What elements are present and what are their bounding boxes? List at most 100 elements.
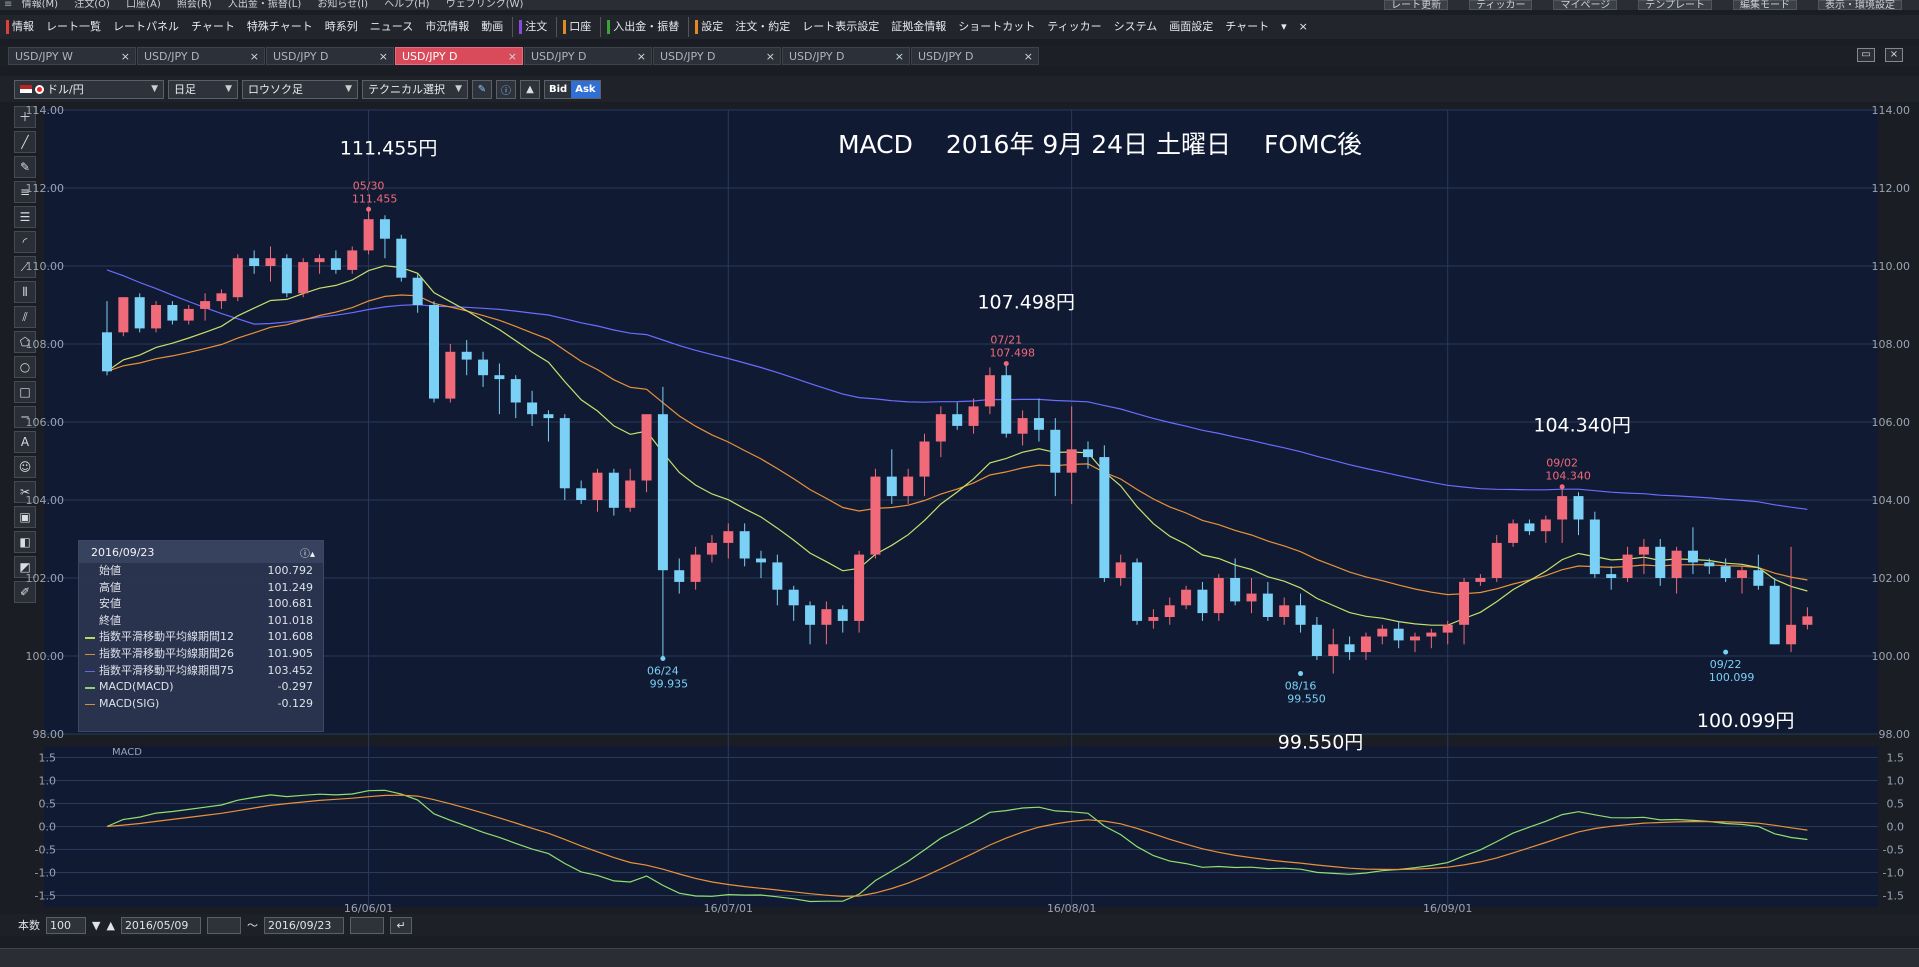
info-controls-icon[interactable]: ⓘ▴ — [300, 545, 315, 560]
extreme-date: 08/16 — [1285, 680, 1317, 693]
from-time-input[interactable] — [206, 916, 241, 934]
count-input[interactable]: 100 — [46, 916, 86, 934]
extreme-marker — [1559, 484, 1565, 490]
candle-body — [1246, 593, 1257, 602]
candle-body — [543, 414, 554, 419]
price-callout: 107.498円 — [977, 292, 1075, 314]
candle-body — [854, 554, 865, 621]
candle-body — [1099, 457, 1110, 578]
macd-y-tick-label-right: -1.5 — [1883, 890, 1904, 903]
candle-body — [1720, 566, 1731, 578]
macd-y-tick-label: 1.0 — [39, 775, 57, 788]
candle-body — [1360, 636, 1371, 653]
y-tick-label: 110.00 — [26, 260, 65, 273]
macd-y-tick-label: 0.5 — [39, 798, 57, 811]
candle-body — [298, 262, 309, 294]
extreme-marker — [1723, 649, 1729, 655]
candle-body — [1213, 578, 1224, 614]
candle-body — [134, 297, 145, 329]
candle-body — [1295, 605, 1306, 625]
info-label: 終値 — [99, 613, 121, 627]
macd-y-tick-label: -1.0 — [35, 867, 56, 880]
candle-body — [527, 402, 538, 415]
extreme-value: 100.099 — [1709, 671, 1755, 684]
x-tick-label: 16/07/01 — [704, 902, 753, 914]
candle-body — [690, 554, 701, 582]
x-tick-label: 16/09/01 — [1423, 902, 1472, 914]
info-value: 101.905 — [267, 646, 314, 660]
count-label: 本数 — [18, 919, 40, 932]
candle-body — [788, 589, 799, 606]
candle-body — [1230, 578, 1241, 602]
info-row: MACD(SIG) -0.129 — [79, 696, 323, 713]
info-value: 100.792 — [267, 564, 314, 577]
macd-y-tick-label-right: 0.5 — [1887, 798, 1905, 811]
series-swatch — [85, 670, 95, 673]
stepper-down-icon[interactable]: ▼ — [92, 919, 100, 932]
price-chart[interactable]: 114.00 114.00 112.00 112.00 110.00 110.00 108.… — [0, 0, 1919, 914]
candle-body — [429, 305, 439, 399]
info-row: 終値 101.018 — [79, 613, 323, 630]
price-callout: 104.340円 — [1533, 415, 1631, 437]
to-time-input[interactable] — [349, 916, 384, 934]
candle-body — [1491, 542, 1502, 578]
candle-body — [200, 301, 211, 309]
info-value: 101.018 — [267, 613, 314, 627]
candle-body — [706, 542, 717, 555]
candle-body — [265, 258, 276, 266]
candle-body — [330, 258, 341, 270]
y-tick-label-right: 112.00 — [1872, 182, 1911, 195]
y-tick-label-right: 114.00 — [1872, 104, 1911, 117]
candle-body — [412, 277, 423, 305]
from-date-input[interactable]: 2016/05/09 — [120, 916, 201, 934]
candle-body — [1540, 519, 1551, 532]
extreme-marker — [1298, 671, 1304, 677]
candle-body — [232, 258, 243, 298]
candle-body — [772, 562, 783, 590]
stepper-up-icon[interactable]: ▲ — [106, 919, 114, 932]
candle-body — [1655, 546, 1666, 578]
extreme-date: 05/30 — [353, 179, 385, 192]
info-row: 安値 100.681 — [79, 596, 323, 613]
y-tick-label-right: 104.00 — [1872, 494, 1911, 507]
candle-body — [1262, 593, 1273, 617]
candle-body — [1410, 636, 1420, 641]
candle-body — [1181, 589, 1192, 606]
refresh-icon[interactable]: ↵ — [389, 916, 412, 934]
y-tick-label-right: 98.00 — [1879, 728, 1911, 741]
candle-body — [1459, 581, 1470, 625]
candle-body — [1377, 628, 1388, 637]
candle-body — [1638, 546, 1649, 555]
info-label: 指数平滑移動平均線期間75 — [99, 663, 234, 677]
candle-body — [608, 472, 619, 508]
extreme-date: 09/22 — [1710, 658, 1742, 671]
y-tick-label: 108.00 — [26, 338, 65, 351]
series-swatch — [85, 687, 95, 689]
extreme-marker — [1003, 361, 1009, 367]
candle-body — [216, 293, 227, 302]
candle-body — [1442, 624, 1453, 633]
extreme-value: 99.550 — [1287, 693, 1326, 706]
y-tick-label: 104.00 — [26, 494, 65, 507]
info-row: MACD(MACD) -0.297 — [79, 679, 323, 696]
candle-body — [756, 558, 766, 563]
data-window: 2016/09/23 ⓘ▴ 始値 100.792 高値 101.249 安値 100.681… — [78, 540, 324, 732]
candle-body — [592, 472, 603, 500]
candle-body — [461, 351, 472, 360]
macd-y-tick-label: 0.0 — [39, 821, 57, 834]
price-callout: 111.455円 — [340, 137, 438, 159]
y-tick-label: 100.00 — [26, 650, 65, 663]
info-label: 安値 — [99, 597, 121, 611]
candle-body — [1033, 418, 1044, 430]
candle-body — [1671, 550, 1682, 578]
candle-body — [1475, 578, 1486, 582]
y-tick-label-right: 100.00 — [1872, 650, 1911, 663]
macd-y-tick-label-right: 1.5 — [1887, 752, 1905, 765]
to-date-input[interactable]: 2016/09/23 — [263, 916, 344, 934]
candle-body — [478, 359, 489, 376]
extreme-value: 104.340 — [1545, 470, 1591, 483]
candle-body — [151, 305, 162, 329]
macd-y-tick-label: -0.5 — [35, 844, 56, 857]
candle-body — [281, 258, 292, 294]
candle-body — [102, 332, 112, 372]
